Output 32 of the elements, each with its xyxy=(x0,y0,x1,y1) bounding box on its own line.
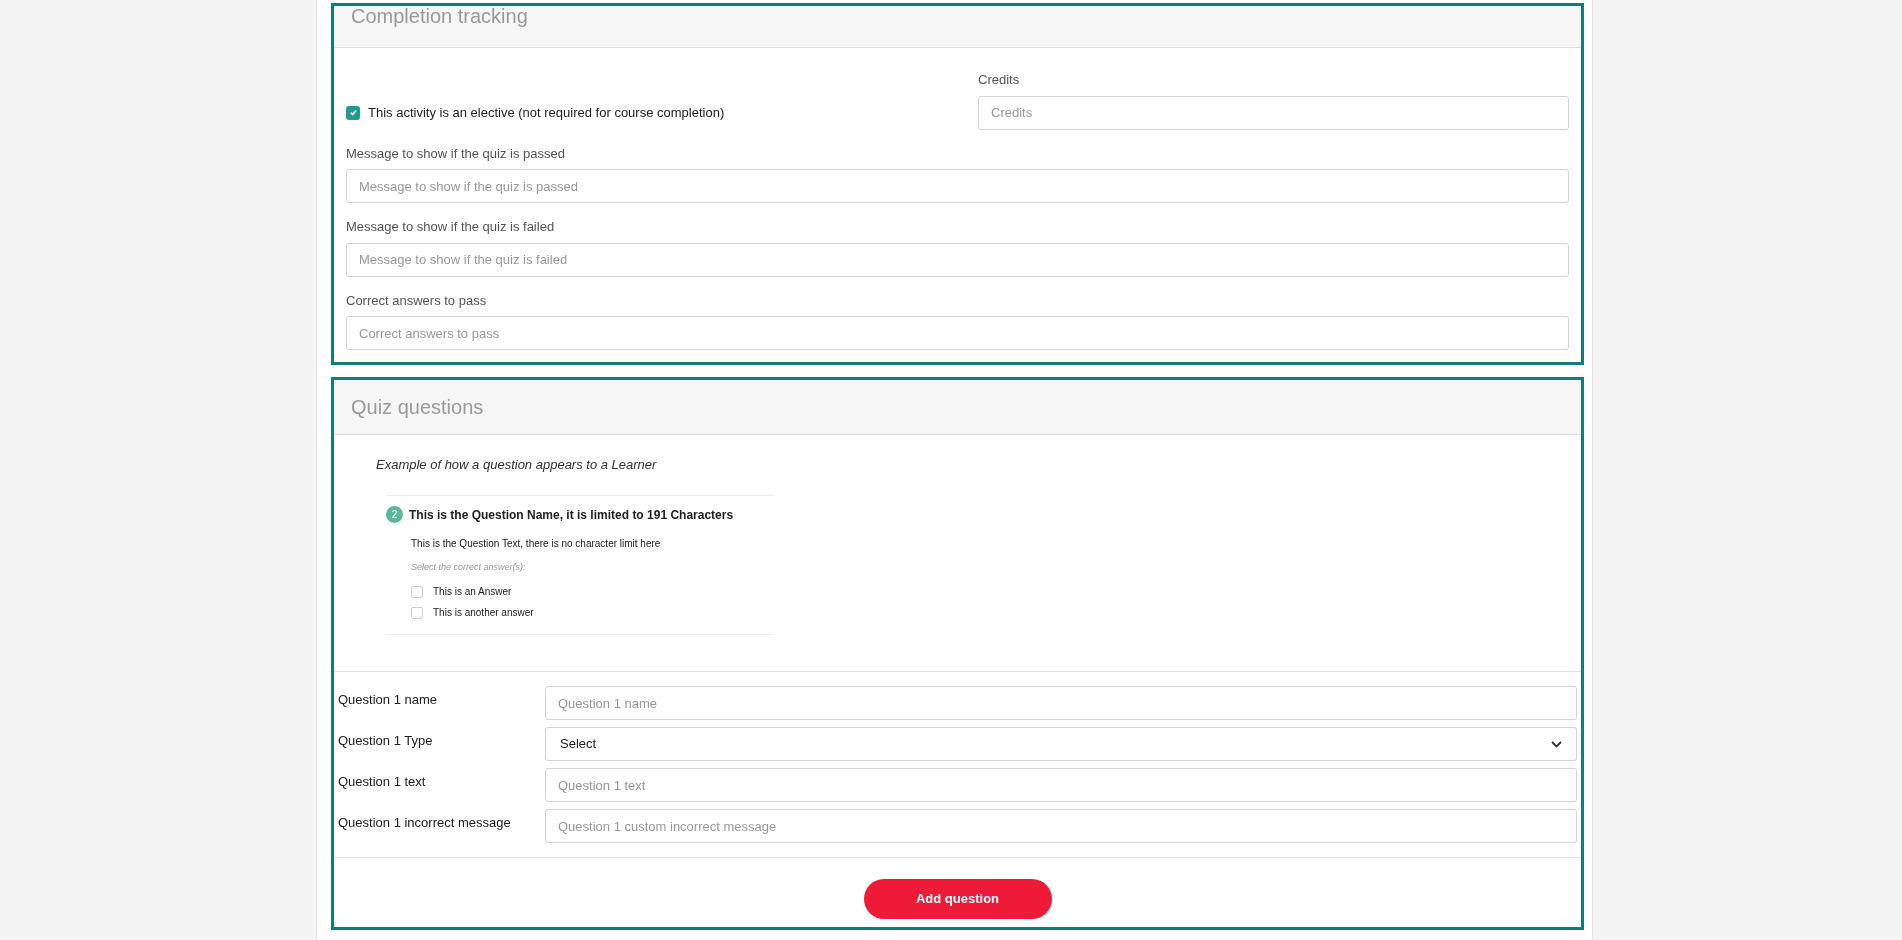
input-field[interactable]: Message to show if the quiz is passed xyxy=(346,169,1569,203)
section-title: Quiz questions xyxy=(351,395,484,420)
section-title: Completion tracking xyxy=(351,4,528,28)
checkbox[interactable] xyxy=(411,606,423,619)
add-question-button[interactable]: Add question xyxy=(863,879,1052,919)
input-field[interactable]: Question 1 name xyxy=(545,686,1577,720)
field-label: Correct answers to pass xyxy=(346,291,488,310)
example-caption: Example of how a question appears to a Learner xyxy=(376,456,658,474)
question-number: 2 xyxy=(386,506,403,523)
question-name: This is the Question Name, it is limited to 191 Characters xyxy=(409,506,734,524)
input-field[interactable]: Message to show if the quiz is failed xyxy=(346,242,1569,277)
input-field[interactable]: Question 1 text xyxy=(545,768,1577,802)
checkbox[interactable] xyxy=(346,105,360,120)
input-field[interactable]: Credits xyxy=(978,95,1569,130)
checkbox-label: This activity is an elective (not required for course completion) xyxy=(368,103,725,122)
answer-instruction: Select the correct answer(s): xyxy=(411,560,527,574)
type-select[interactable]: Select xyxy=(545,727,1577,761)
answer-label: This is another answer xyxy=(433,606,534,620)
checkbox[interactable] xyxy=(411,585,423,598)
answer-label: This is an Answer xyxy=(433,585,512,599)
input-field[interactable]: Correct answers to pass xyxy=(346,316,1569,350)
chevron-down-icon xyxy=(1551,740,1562,748)
question-text: This is the Question Text, there is no character limit here xyxy=(411,536,662,551)
field-label: Question 1 text xyxy=(338,773,427,791)
field-label: Question 1 name xyxy=(338,691,438,709)
field-label: Message to show if the quiz is passed xyxy=(346,144,566,163)
check-icon xyxy=(348,108,358,117)
field-label: Message to show if the quiz is failed xyxy=(346,218,556,236)
field-label: Question 1 incorrect message xyxy=(338,814,512,832)
field-label: Credits xyxy=(978,71,1021,89)
input-field[interactable]: Question 1 custom incorrect message xyxy=(545,809,1577,843)
field-label: Question 1 Type xyxy=(338,732,434,750)
